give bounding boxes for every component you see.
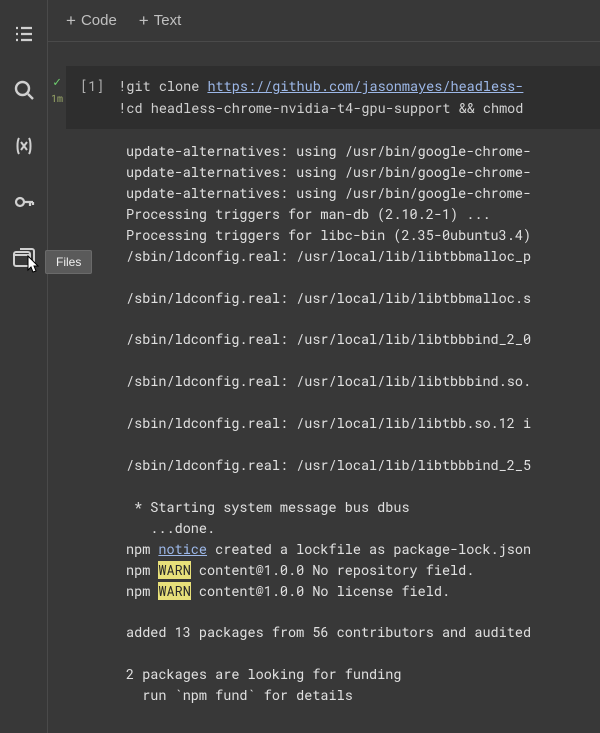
plus-icon: + (66, 11, 76, 31)
code-lines: !git clone https://github.com/jasonmayes… (118, 76, 523, 119)
files-tooltip: Files (45, 250, 92, 274)
cell-output: update-alternatives: using /usr/bin/goog… (66, 129, 600, 718)
cursor-pointer-icon (22, 254, 42, 282)
add-code-label: Code (81, 12, 117, 29)
check-icon: ✓ (53, 72, 61, 90)
cell-gutter: ✓ 1m (48, 66, 66, 718)
npm-notice: notice (158, 540, 207, 558)
add-code-button[interactable]: + Code (66, 11, 117, 31)
toc-icon[interactable] (10, 20, 38, 48)
main-pane: + Code + Text ✓ 1m [1] !git clone https:… (48, 0, 600, 733)
cell-area: ✓ 1m [1] !git clone https://github.com/j… (48, 42, 600, 733)
add-text-button[interactable]: + Text (139, 11, 181, 31)
toolbar: + Code + Text (48, 0, 600, 42)
npm-warn: WARN (158, 561, 190, 579)
variables-icon[interactable] (10, 132, 38, 160)
cell-exec-time: 1m (51, 92, 63, 105)
add-text-label: Text (154, 12, 182, 29)
search-icon[interactable] (10, 76, 38, 104)
npm-warn: WARN (158, 582, 190, 600)
left-sidebar (0, 0, 48, 733)
code-cell: ✓ 1m [1] !git clone https://github.com/j… (48, 66, 600, 718)
cell-body: [1] !git clone https://github.com/jasonm… (66, 66, 600, 718)
prompt-number: [1] (80, 76, 104, 119)
code-input[interactable]: [1] !git clone https://github.com/jasonm… (66, 66, 600, 129)
repo-url-link[interactable]: https://github.com/jasonmayes/headless- (207, 77, 523, 95)
secrets-icon[interactable] (10, 188, 38, 216)
plus-icon: + (139, 11, 149, 31)
